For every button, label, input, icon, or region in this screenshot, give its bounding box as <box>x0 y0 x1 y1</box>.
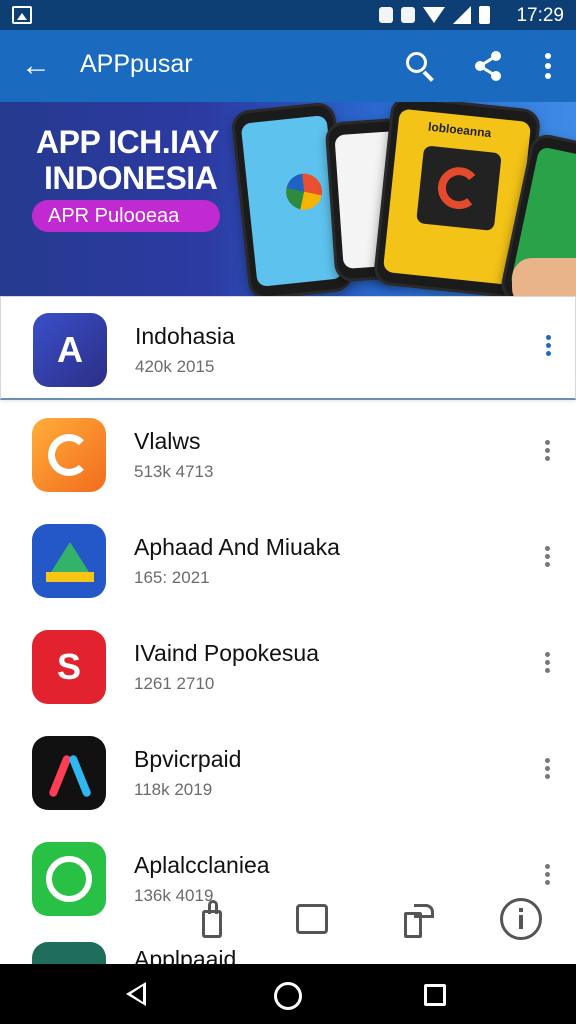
more-vertical-icon[interactable] <box>540 756 556 784</box>
app-meta: 1261 2710 <box>134 674 215 693</box>
navigation-bar <box>0 964 576 1024</box>
a-logo-icon <box>32 736 106 810</box>
list-item[interactable]: Vlalws 513k 4713 <box>0 402 576 506</box>
gallery-icon <box>12 6 32 24</box>
like-icon[interactable] <box>192 898 236 942</box>
hand-image <box>512 258 576 296</box>
pie-chart-icon <box>284 171 324 212</box>
banner-pill-label[interactable]: APR Pulooeaa <box>32 200 220 232</box>
home-circle-icon[interactable] <box>274 982 302 1010</box>
app-logo-image <box>416 145 502 232</box>
back-triangle-icon[interactable] <box>126 982 146 1006</box>
search-icon[interactable] <box>402 48 438 84</box>
app-name: Vlalws <box>134 428 201 454</box>
bottom-actions <box>0 888 576 958</box>
recents-square-icon[interactable] <box>424 984 446 1006</box>
more-vertical-icon[interactable] <box>540 862 556 890</box>
list-item[interactable]: S IVaind Popokesua 1261 2710 <box>0 614 576 718</box>
status-icons <box>379 5 490 25</box>
drive-icon <box>32 524 106 598</box>
share-icon[interactable] <box>470 48 506 84</box>
app-name: Bpvicrpaid <box>134 746 242 772</box>
share-out-icon[interactable] <box>398 898 442 942</box>
more-vertical-icon[interactable] <box>541 333 557 361</box>
orange-g-icon <box>32 418 106 492</box>
app-name: Aplalcclaniea <box>134 852 270 878</box>
app-meta: 118k 2019 <box>134 780 213 799</box>
banner-title-line2: INDONESIA <box>44 160 218 196</box>
app-bar-title: APPpusar <box>80 50 193 78</box>
app-name: Indohasia <box>135 323 235 349</box>
wifi-icon <box>423 7 445 23</box>
phone-screen-label: lobloeanna <box>427 119 492 141</box>
list-item[interactable]: Bpvicrpaid 118k 2019 <box>0 720 576 824</box>
status-time: 17:29 <box>516 5 564 26</box>
more-vertical-icon[interactable] <box>540 544 556 572</box>
more-vertical-icon[interactable] <box>540 650 556 678</box>
status-bar: 17:29 <box>0 0 576 30</box>
list-item[interactable]: A Indohasia 420k 2015 <box>0 296 576 400</box>
app-meta: 420k 2015 <box>135 357 215 376</box>
battery-icon <box>479 6 490 24</box>
app-meta: 165: 2021 <box>134 568 210 587</box>
app-name: IVaind Popokesua <box>134 640 319 666</box>
red-s-icon: S <box>32 630 106 704</box>
arrow-left-icon[interactable]: ← <box>18 48 54 84</box>
vibrate-icon <box>379 7 393 23</box>
more-vertical-icon[interactable] <box>530 48 566 84</box>
signal-icon <box>453 6 471 24</box>
info-icon[interactable] <box>500 898 544 942</box>
app-meta: 513k 4713 <box>134 462 214 481</box>
comment-icon[interactable] <box>292 898 336 942</box>
list-item[interactable]: Aphaad And Miuaka 165: 2021 <box>0 508 576 612</box>
blue-wing-icon: A <box>33 313 107 387</box>
sim-icon <box>401 7 415 23</box>
banner-title-line1: APP ICH.IAY <box>36 124 220 160</box>
promo-banner[interactable]: APP ICH.IAY INDONESIA APR Pulooeaa loblo… <box>0 102 576 296</box>
app-bar: ← APPpusar <box>0 30 576 102</box>
app-name: Aphaad And Miuaka <box>134 534 340 560</box>
more-vertical-icon[interactable] <box>540 438 556 466</box>
